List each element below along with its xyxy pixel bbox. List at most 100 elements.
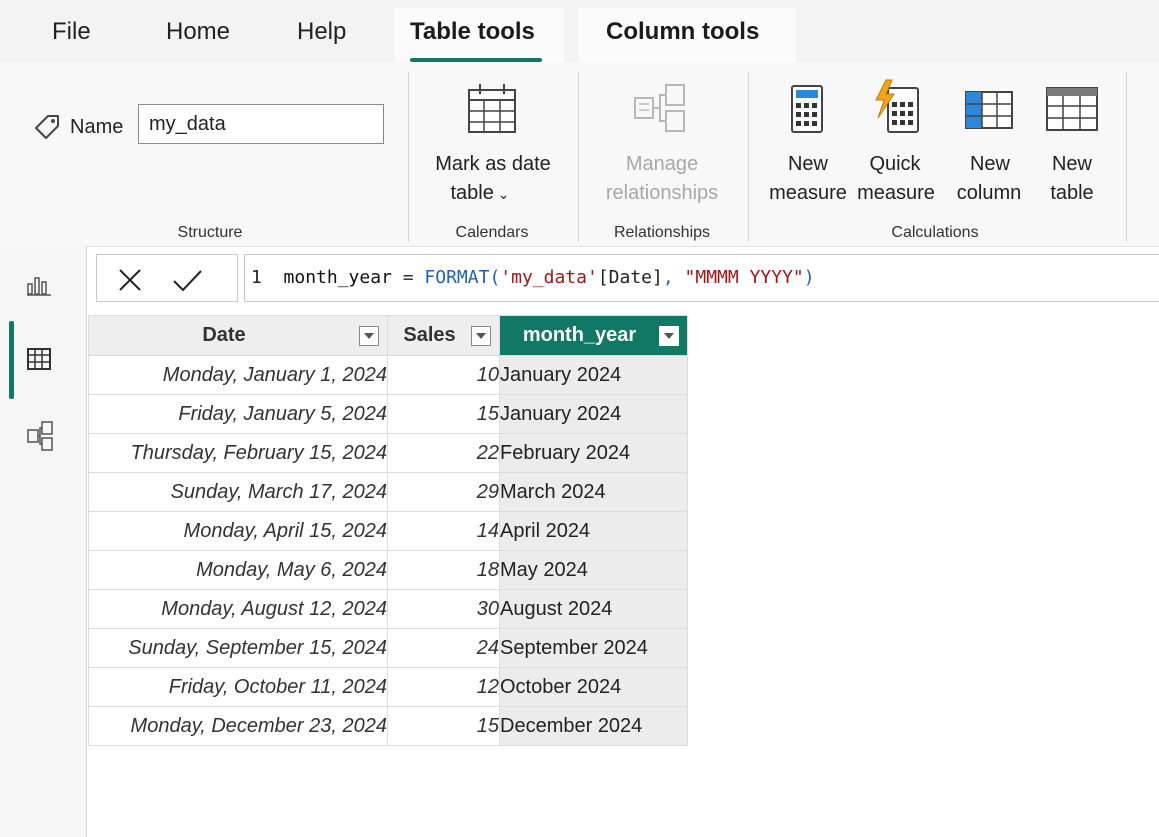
ribbon-separator — [748, 72, 749, 242]
new-table-icon — [1046, 87, 1098, 131]
cell-month-year[interactable]: August 2024 — [499, 589, 688, 629]
mark-as-date-label-2-text: table — [450, 182, 494, 204]
manage-label-1: Manage — [625, 153, 699, 175]
new-measure-label-2: measure — [769, 182, 847, 204]
table-row: Monday, May 6, 2024 18 May 2024 — [88, 550, 688, 590]
column-header-label: Date — [202, 324, 246, 346]
cell-month-year[interactable]: January 2024 — [499, 355, 688, 395]
cell-sales[interactable]: 30 — [387, 589, 500, 629]
table-view-icon[interactable] — [26, 347, 52, 371]
cell-month-year[interactable]: October 2024 — [499, 667, 688, 707]
ribbon-separator — [408, 72, 409, 242]
quick-measure-label-1: Quick — [869, 153, 921, 175]
cell-sales[interactable]: 22 — [387, 433, 500, 473]
quick-measure-label-2: measure — [857, 182, 935, 204]
cell-sales[interactable]: 12 — [387, 667, 500, 707]
formula-comma: , — [662, 267, 685, 288]
filter-dropdown-icon[interactable] — [659, 325, 679, 346]
menu-bar: File Home Help Table tools Column tools — [0, 0, 1159, 62]
cell-sales[interactable]: 15 — [387, 706, 500, 746]
cell-month-year[interactable]: March 2024 — [499, 472, 688, 512]
column-header-label: month_year — [522, 324, 637, 346]
formula-editor[interactable]: 1 month_year = FORMAT('my_data'[Date], "… — [244, 254, 1159, 302]
cell-date[interactable]: Thursday, February 15, 2024 — [88, 433, 388, 473]
cell-date[interactable]: Monday, December 23, 2024 — [88, 706, 388, 746]
filter-dropdown-icon[interactable] — [359, 325, 379, 346]
formula-equals: = — [391, 267, 425, 288]
filter-dropdown-icon[interactable] — [471, 325, 491, 346]
cell-month-year[interactable]: September 2024 — [499, 628, 688, 668]
cell-date[interactable]: Monday, May 6, 2024 — [88, 550, 388, 590]
cell-date[interactable]: Friday, January 5, 2024 — [88, 394, 388, 434]
new-table-label-1: New — [1051, 153, 1092, 175]
cell-date[interactable]: Monday, August 12, 2024 — [88, 589, 388, 629]
table-row: Monday, April 15, 2024 14 April 2024 — [88, 511, 688, 551]
cell-sales[interactable]: 18 — [387, 550, 500, 590]
new-column-label-1: New — [969, 153, 1010, 175]
tab-file[interactable]: File — [52, 18, 91, 46]
column-header-label: Sales — [403, 324, 456, 346]
active-view-indicator — [9, 321, 14, 399]
calculator-icon — [791, 85, 823, 133]
formula-column-ref: [Date] — [597, 267, 663, 288]
calendar-table-icon — [468, 84, 516, 133]
cell-sales[interactable]: 15 — [387, 394, 500, 434]
manage-label-2: relationships — [605, 182, 719, 204]
column-header-sales[interactable]: Sales — [387, 315, 500, 356]
cell-month-year[interactable]: December 2024 — [499, 706, 688, 746]
ribbon: Name Structure Mark as date table ⌄ Cale… — [0, 62, 1159, 247]
table-row: Friday, October 11, 2024 12 October 2024 — [88, 667, 688, 707]
formula-close: ) — [803, 267, 815, 288]
new-table-label-2: table — [1050, 182, 1094, 204]
report-view-icon[interactable] — [26, 272, 52, 296]
formula-format-string: "MMMM YYYY" — [684, 267, 804, 288]
cell-date[interactable]: Monday, January 1, 2024 — [88, 355, 388, 395]
cell-sales[interactable]: 14 — [387, 511, 500, 551]
table-row: Sunday, September 15, 2024 24 September 20… — [88, 628, 688, 668]
new-column-icon — [965, 91, 1013, 129]
tab-home[interactable]: Home — [166, 18, 230, 46]
close-icon[interactable] — [117, 267, 143, 293]
cell-date[interactable]: Sunday, September 15, 2024 — [88, 628, 388, 668]
chevron-down-icon: ⌄ — [493, 186, 510, 202]
cell-date[interactable]: Friday, October 11, 2024 — [88, 667, 388, 707]
cell-month-year[interactable]: April 2024 — [499, 511, 688, 551]
formula-line-number: 1 — [251, 267, 262, 288]
cell-sales[interactable]: 10 — [387, 355, 500, 395]
mark-as-date-label-2: table ⌄ — [440, 179, 520, 209]
data-table: Date Sales month_year Monday, January 1,… — [88, 315, 688, 746]
tab-column-tools[interactable]: Column tools — [606, 18, 759, 46]
table-row: Thursday, February 15, 2024 22 February 20… — [88, 433, 688, 473]
group-label-calculations: Calculations — [891, 224, 979, 241]
mark-as-date-label-1: Mark as date — [435, 153, 551, 175]
cell-sales[interactable]: 29 — [387, 472, 500, 512]
model-view-icon[interactable] — [26, 420, 54, 452]
table-name-input[interactable] — [138, 104, 384, 144]
table-row: Friday, January 5, 2024 15 January 2024 — [88, 394, 688, 434]
new-column-label-2: column — [956, 182, 1022, 204]
ribbon-separator — [578, 72, 579, 242]
formula-function: FORMAT( — [424, 267, 501, 288]
check-icon[interactable] — [171, 267, 203, 293]
column-header-date[interactable]: Date — [88, 315, 388, 356]
cell-date[interactable]: Monday, April 15, 2024 — [88, 511, 388, 551]
formula-table-ref: 'my_data' — [500, 267, 598, 288]
cell-month-year[interactable]: May 2024 — [499, 550, 688, 590]
cell-month-year[interactable]: February 2024 — [499, 433, 688, 473]
relationships-icon — [634, 84, 685, 132]
table-row: Monday, January 1, 2024 10 January 2024 — [88, 355, 688, 395]
tab-help[interactable]: Help — [297, 18, 346, 46]
formula-measure-name: month_year — [283, 267, 392, 288]
cell-month-year[interactable]: January 2024 — [499, 394, 688, 434]
cell-sales[interactable]: 24 — [387, 628, 500, 668]
table-row: Monday, August 12, 2024 30 August 2024 — [88, 589, 688, 629]
group-label-relationships: Relationships — [613, 224, 711, 241]
column-header-month-year[interactable]: month_year — [499, 315, 688, 356]
cell-date[interactable]: Sunday, March 17, 2024 — [88, 472, 388, 512]
group-label-structure: Structure — [177, 224, 243, 241]
name-label: Name — [70, 116, 124, 138]
tag-icon — [35, 115, 59, 139]
table-row: Monday, December 23, 2024 15 December 2024 — [88, 706, 688, 746]
tab-table-tools[interactable]: Table tools — [410, 18, 535, 46]
group-label-calendars: Calendars — [455, 224, 529, 241]
